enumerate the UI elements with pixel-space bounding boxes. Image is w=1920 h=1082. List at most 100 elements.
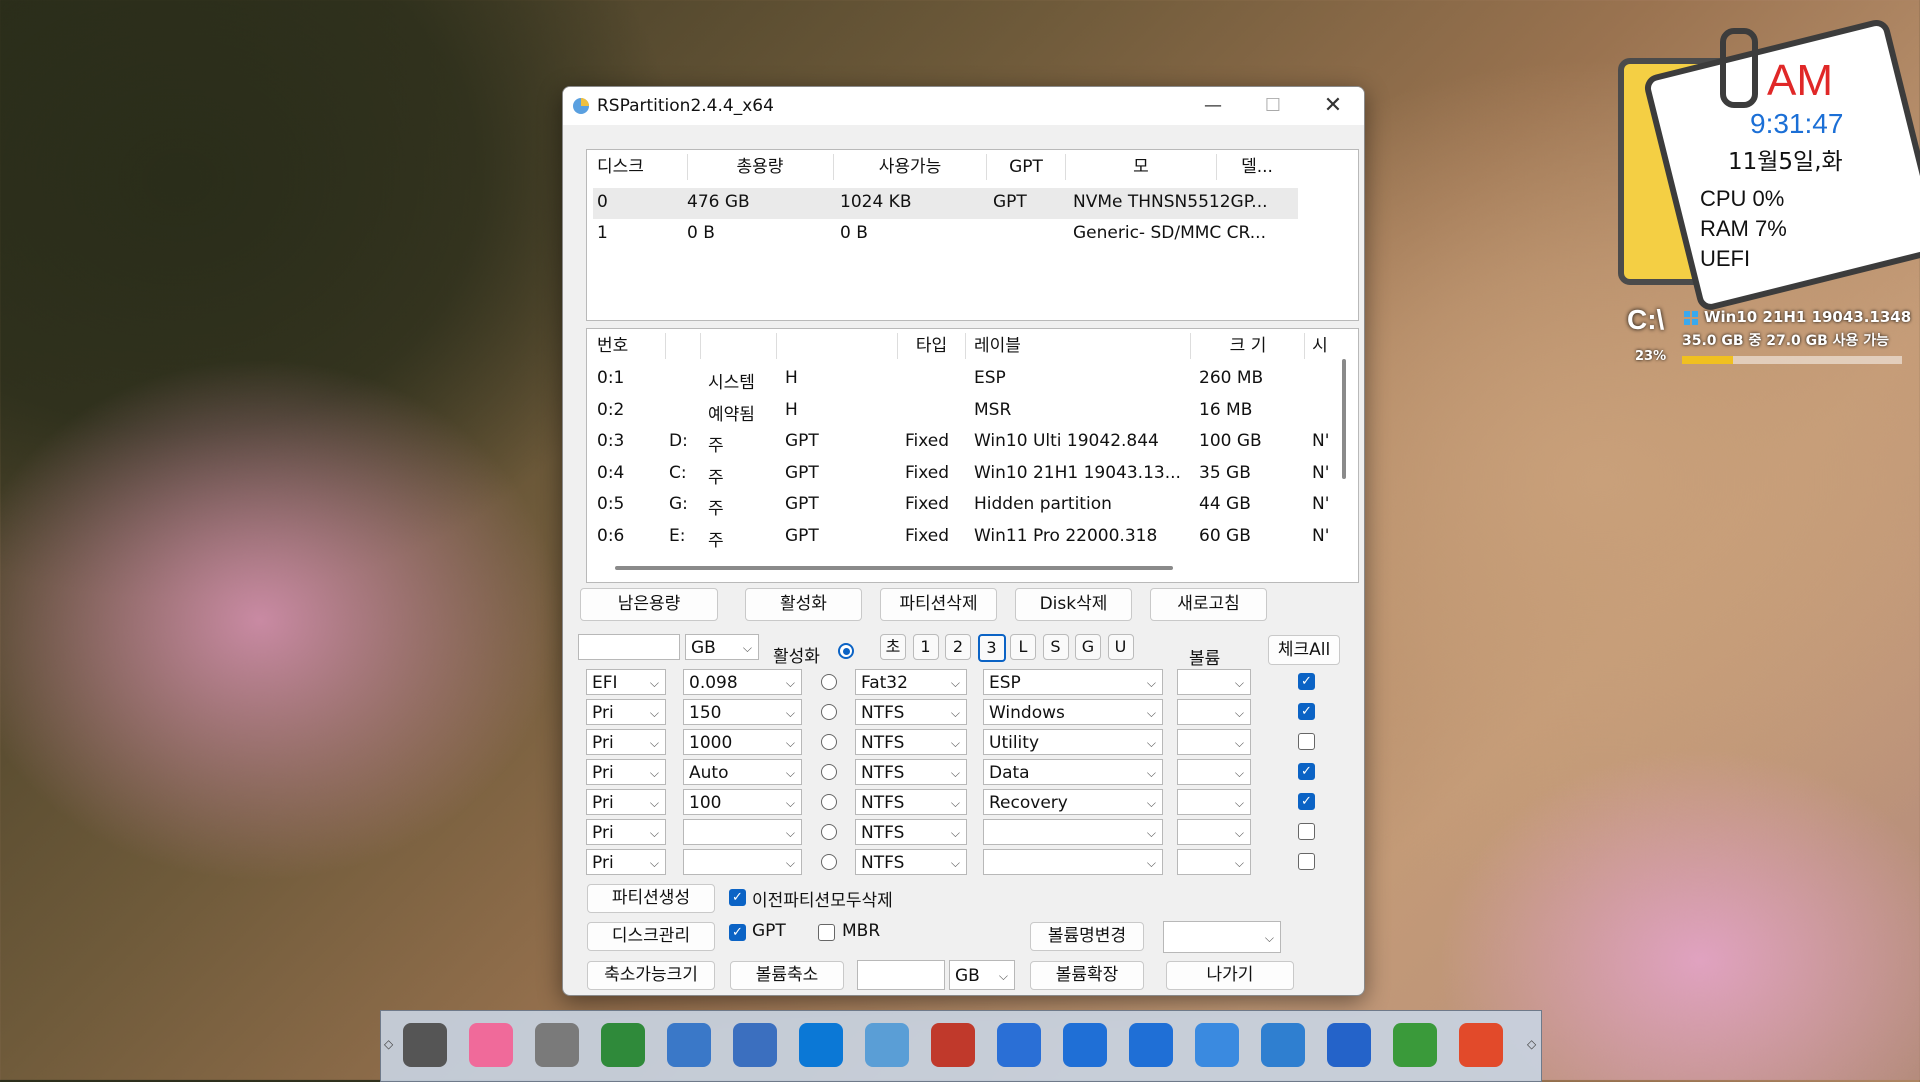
partition-cell[interactable]: 주	[708, 463, 724, 488]
drive-letter-select[interactable]: ⌵	[1177, 699, 1251, 725]
col-header-disk[interactable]: 디스크	[591, 154, 688, 180]
activate-button[interactable]: 활성화	[745, 588, 862, 621]
disk-management-button[interactable]: 디스크관리	[587, 922, 715, 951]
partition-type-select[interactable]: Pri ⌵	[586, 849, 666, 875]
partition-cell[interactable]: Fixed	[905, 494, 949, 514]
partition-cell[interactable]: C:	[669, 463, 687, 483]
partition-cell[interactable]: 0:2	[597, 400, 624, 420]
col-header-model-2[interactable]: 델...	[1217, 154, 1297, 180]
exit-button[interactable]: 나가기	[1166, 961, 1294, 990]
col-header-label[interactable]: 레이블	[966, 333, 1191, 359]
scroll-right-icon[interactable]: ◇	[1527, 1037, 1536, 1051]
check-all-button[interactable]: 체크All	[1268, 635, 1340, 665]
partition-cell[interactable]: H	[785, 400, 798, 420]
partition-type-select[interactable]: Pri ⌵	[586, 699, 666, 725]
partition-size-select[interactable]: 150 ⌵	[683, 699, 802, 725]
volume-label-select[interactable]: ESP ⌵	[983, 669, 1163, 695]
partition-checkbox[interactable]	[1298, 823, 1315, 840]
filesystem-select[interactable]: NTFS ⌵	[855, 849, 967, 875]
disk-cell[interactable]: 1	[597, 223, 608, 243]
partition-type-select[interactable]: Pri ⌵	[586, 789, 666, 815]
partition-cell[interactable]: 60 GB	[1199, 526, 1251, 546]
maximize-button[interactable]: ☐	[1243, 87, 1303, 125]
windows-pink-icon[interactable]	[469, 1023, 513, 1067]
disk-cell[interactable]: Generic- SD/MMC CR...	[1073, 223, 1266, 243]
drive-tool-icon[interactable]	[535, 1023, 579, 1067]
disk-cell[interactable]: 0 B	[687, 223, 715, 243]
partition-cell[interactable]: GPT	[785, 526, 819, 546]
partition-cell[interactable]: GPT	[785, 463, 819, 483]
active-partition-radio[interactable]	[821, 794, 837, 810]
col-header-model[interactable]: 모	[1066, 154, 1217, 180]
partition-cell[interactable]: N'	[1312, 526, 1329, 546]
volume-label-select[interactable]: Utility ⌵	[983, 729, 1163, 755]
partition-size-select[interactable]: Auto ⌵	[683, 759, 802, 785]
delete-partition-button[interactable]: 파티션삭제	[880, 588, 997, 621]
filesystem-select[interactable]: Fat32 ⌵	[855, 669, 967, 695]
toolbox-icon[interactable]	[931, 1023, 975, 1067]
active-partition-radio[interactable]	[821, 824, 837, 840]
partition-checkbox[interactable]: ✓	[1298, 763, 1315, 780]
partition-checkbox[interactable]	[1298, 853, 1315, 870]
partition-cell[interactable]: 260 MB	[1199, 368, 1263, 388]
partition-cell[interactable]: Fixed	[905, 463, 949, 483]
col-header-number[interactable]: 번호	[591, 333, 666, 359]
partition-cell[interactable]: H	[785, 368, 798, 388]
col-header-gpt[interactable]: GPT	[987, 154, 1066, 180]
partition-cell[interactable]: MSR	[974, 400, 1011, 420]
drive-letter-select[interactable]: ⌵	[1177, 849, 1251, 875]
windows-blue-icon[interactable]	[799, 1023, 843, 1067]
volume-label-select[interactable]: ⌵	[983, 849, 1163, 875]
partition-cell[interactable]: 주	[708, 431, 724, 456]
partition-cell[interactable]: 주	[708, 494, 724, 519]
volume-label-select[interactable]: Windows ⌵	[983, 699, 1163, 725]
windows-xp-icon[interactable]	[1327, 1023, 1371, 1067]
disk-cell[interactable]: NVMe THNSN5512GP...	[1073, 192, 1268, 212]
partition-cell[interactable]: Win10 Ulti 19042.844	[974, 431, 1159, 451]
volume-label-select[interactable]: Recovery ⌵	[983, 789, 1163, 815]
partition-cell[interactable]: 0:4	[597, 463, 624, 483]
pill-1[interactable]: 1	[912, 634, 939, 660]
partition-cell[interactable]: D:	[669, 431, 688, 451]
partition-cell[interactable]: 100 GB	[1199, 431, 1262, 451]
shrink-volume-button[interactable]: 볼륨축소	[730, 961, 844, 990]
partition-size-select[interactable]: 1000 ⌵	[683, 729, 802, 755]
partition-type-select[interactable]: EFI ⌵	[586, 669, 666, 695]
disk-list[interactable]: 디스크 총용량 사용가능 GPT 모 델... 0 476 GB 1024 KB…	[586, 149, 1359, 321]
partition-cell[interactable]: GPT	[785, 494, 819, 514]
delete-all-checkbox[interactable]: ✓	[729, 889, 746, 906]
partition-list[interactable]: 번호 타입 레이블 크 기 시 0:1 시스템 H ESP 260 MB 0:2 예약됨 H M…	[586, 328, 1359, 583]
partition-type-select[interactable]: Pri ⌵	[586, 759, 666, 785]
volume-label-select[interactable]: ⌵	[983, 819, 1163, 845]
gpt-checkbox[interactable]: ✓	[729, 924, 746, 941]
active-partition-radio[interactable]	[821, 734, 837, 750]
partition-cell[interactable]: Fixed	[905, 526, 949, 546]
disk-cell[interactable]: 0 B	[840, 223, 868, 243]
partition-cell[interactable]: Win11 Pro 22000.318	[974, 526, 1157, 546]
col-header-s[interactable]: 시	[1305, 333, 1335, 359]
scroll-left-icon[interactable]: ◇	[384, 1037, 393, 1051]
unit-select[interactable]: GB ⌵	[685, 634, 759, 660]
drive-letter-select[interactable]: ⌵	[1177, 789, 1251, 815]
active-partition-radio[interactable]	[821, 674, 837, 690]
partition-cell[interactable]: N'	[1312, 431, 1329, 451]
pill-0[interactable]: 초	[880, 634, 906, 660]
filesystem-select[interactable]: NTFS ⌵	[855, 729, 967, 755]
drive-letter-select[interactable]: ⌵	[1177, 819, 1251, 845]
title-bar[interactable]: RSPartition2.4.4_x64 — ☐ ✕	[563, 87, 1364, 125]
disk-cell[interactable]: GPT	[993, 192, 1027, 212]
filesystem-select[interactable]: NTFS ⌵	[855, 759, 967, 785]
col-header-size[interactable]: 크 기	[1192, 333, 1305, 359]
partition-size-select[interactable]: 100 ⌵	[683, 789, 802, 815]
partition-cell[interactable]: 16 MB	[1199, 400, 1252, 420]
col-header-blank[interactable]	[701, 333, 777, 359]
partition-cell[interactable]: 0:5	[597, 494, 624, 514]
update-icon[interactable]	[1393, 1023, 1437, 1067]
partition-cell[interactable]: N'	[1312, 494, 1329, 514]
pill-3[interactable]: 3	[977, 634, 1006, 662]
pill-5[interactable]: S	[1042, 634, 1069, 660]
pill-6[interactable]: G	[1075, 634, 1101, 660]
partition-cell[interactable]: 예약됨	[708, 400, 755, 425]
partition-type-select[interactable]: Pri ⌵	[586, 819, 666, 845]
partition-cell[interactable]: 35 GB	[1199, 463, 1251, 483]
